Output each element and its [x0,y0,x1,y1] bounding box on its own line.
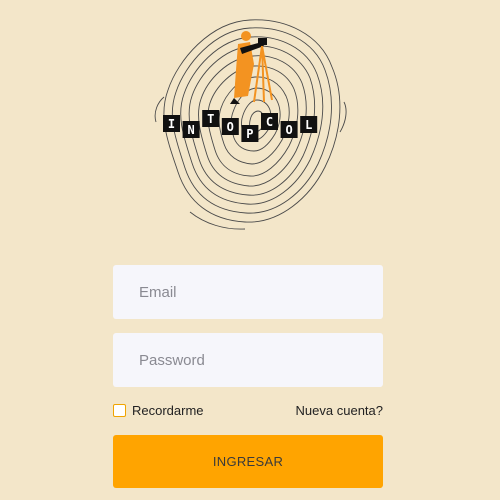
logo-graphic: I NTO PCO L [154,19,347,230]
remember-me-toggle[interactable]: Recordarme [113,401,204,419]
logo-letter: O [285,123,292,137]
logo-letter: I [168,117,175,131]
intopcol-logo: INTOPCOL [150,12,350,232]
remember-me-checkbox[interactable] [113,403,126,417]
remember-me-label: Recordarme [132,402,204,418]
password-field[interactable] [113,333,383,387]
logo-letter: L [305,118,312,132]
logo-letter: C [266,115,273,129]
login-page: INTOPCOL Recordarme Nueva cuenta? INGRES… [0,0,500,500]
new-account-link[interactable]: Nueva cuenta? [296,403,383,418]
surveyor-figure [230,31,273,104]
logo-letter: O [227,120,234,134]
login-button[interactable]: INGRESAR [113,435,383,488]
logo-letter: T [207,112,214,126]
logo-letter: N [187,123,194,137]
logo-letter: P [246,127,253,141]
logo-wordmark: I NTO PCO L [163,110,318,142]
email-field[interactable] [113,265,383,319]
